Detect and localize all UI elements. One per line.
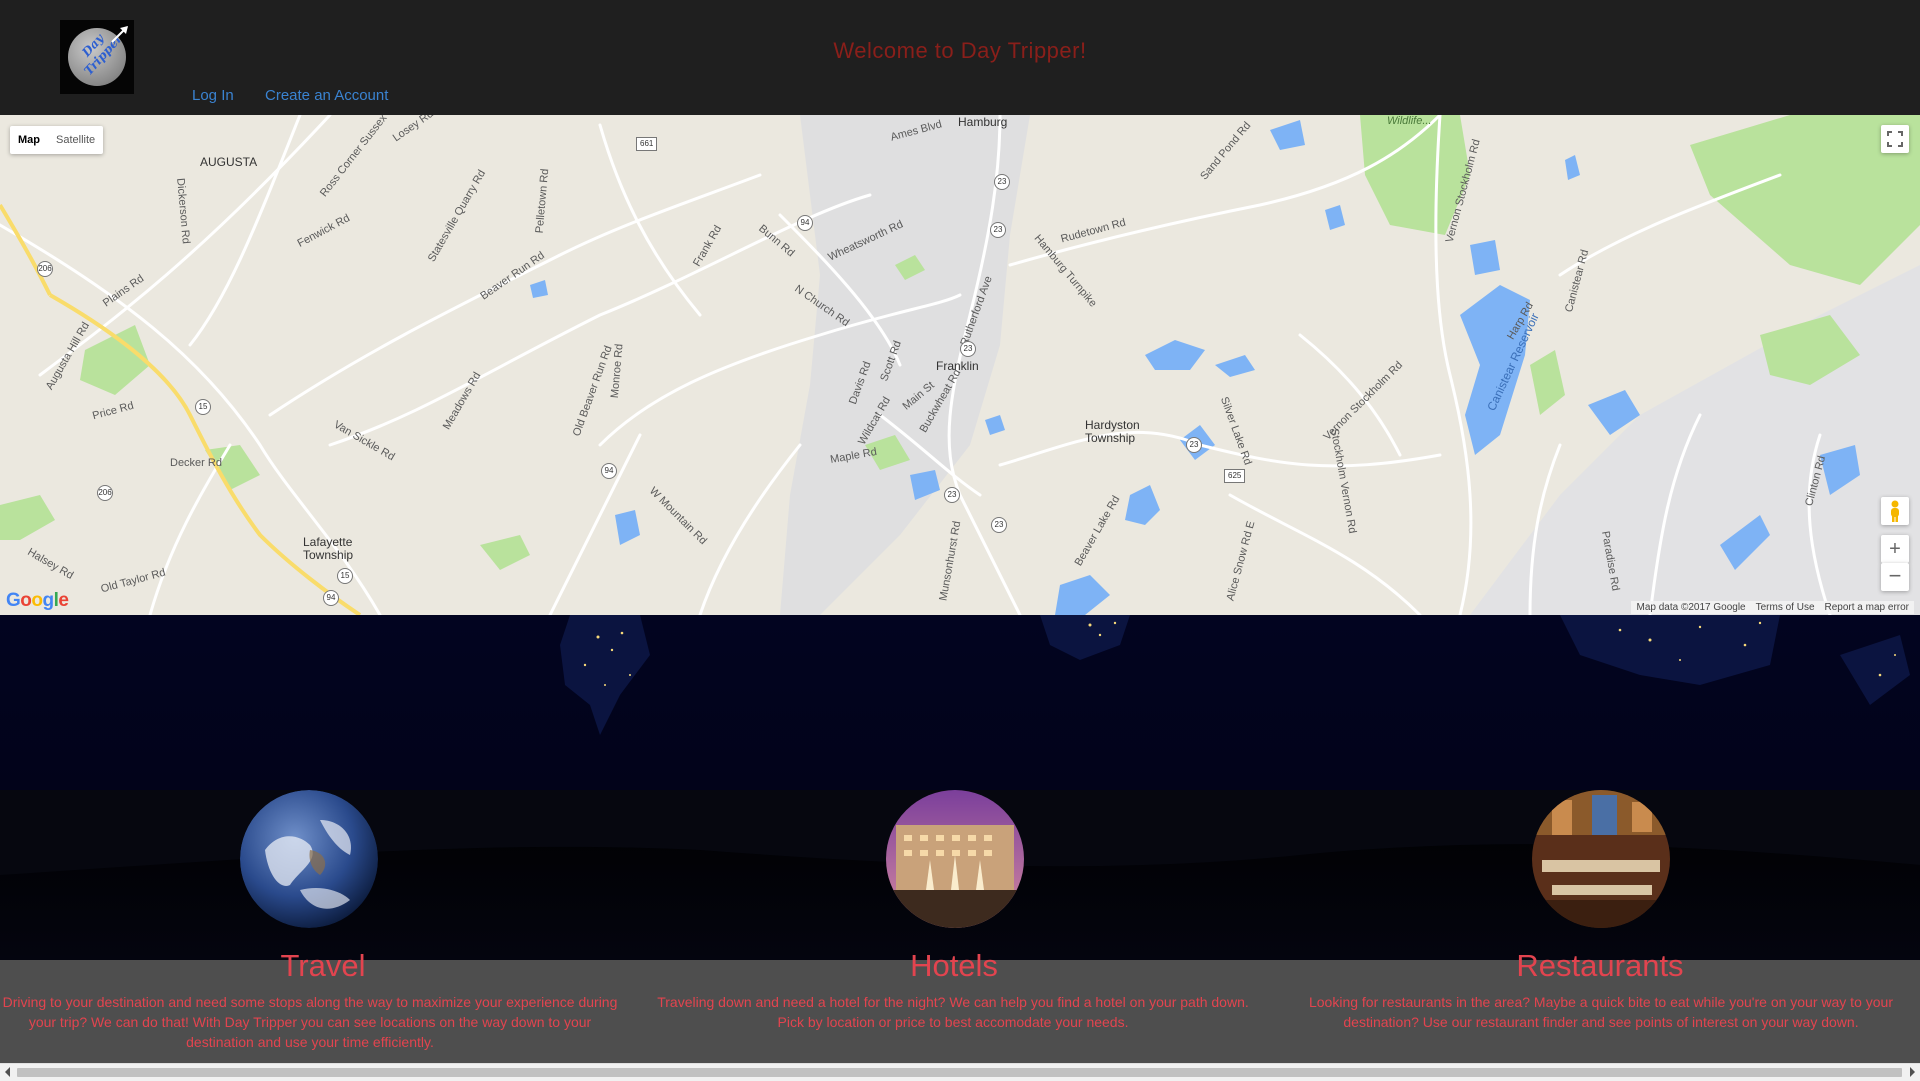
route-shield: 94 (797, 215, 813, 231)
map-attribution: Map data ©2017 Google Terms of Use Repor… (1631, 601, 1914, 614)
route-shield: 94 (601, 463, 617, 479)
google-logo[interactable]: Google (6, 590, 69, 612)
route-shield: 661 (636, 137, 658, 151)
pegman-icon (1891, 500, 1899, 522)
restaurants-image (1532, 790, 1670, 928)
map-type-control[interactable]: Map Satellite (10, 126, 104, 154)
google-logo-letter: G (6, 590, 21, 611)
route-shield: 206 (97, 485, 113, 501)
google-logo-letter: o (20, 590, 32, 611)
zoom-in-button[interactable]: + (1881, 535, 1909, 563)
feature-description: Driving to your destination and need som… (2, 994, 618, 1050)
route-shield: 625 (1224, 469, 1246, 483)
hotels-image (886, 790, 1024, 928)
page-title: Welcome to Day Tripper! (833, 38, 1087, 63)
zoom-out-button[interactable]: − (1881, 563, 1909, 591)
night-earth-banner (0, 615, 1920, 960)
features-section: Travel Driving to your destination and n… (0, 948, 1920, 1063)
route-shield: 94 (323, 590, 339, 606)
route-shield: 206 (37, 261, 53, 277)
town-label-hardyston: Hardyston (1085, 418, 1140, 432)
town-label-hamburg: Hamburg (958, 115, 1008, 129)
park-label-wildlife: Wildlife... (1387, 115, 1432, 127)
town-label-augusta: AUGUSTA (200, 155, 258, 169)
feature-description: Looking for restaurants in the area? May… (1308, 994, 1893, 1030)
restaurant-interior-icon (1532, 790, 1670, 928)
town-label-lafayette-township: Township (303, 548, 354, 562)
site-header: Day Tripper Welcome to Day Tripper! Log … (0, 0, 1920, 115)
google-map[interactable]: AUGUSTA Hamburg Franklin Hardyston Towns… (0, 115, 1920, 615)
scrollbar-thumb[interactable] (17, 1068, 1902, 1077)
feature-title: Travel (280, 948, 366, 983)
route-shield: 23 (960, 341, 976, 357)
travel-earth-image (240, 790, 378, 928)
hotel-fountain-icon (886, 790, 1024, 928)
fullscreen-button[interactable] (1881, 125, 1909, 153)
route-shield: 23 (991, 517, 1007, 533)
map-data-credit: Map data ©2017 Google (1631, 601, 1751, 614)
route-shield: 23 (944, 487, 960, 503)
earth-icon (240, 790, 378, 928)
route-shield: 15 (337, 568, 353, 584)
street-view-pegman[interactable] (1881, 497, 1909, 525)
map-type-map-button[interactable]: Map (10, 126, 48, 154)
feature-description: Traveling down and need a hotel for the … (657, 994, 1249, 1030)
fullscreen-icon (1887, 131, 1903, 147)
route-shield: 23 (994, 174, 1010, 190)
route-shield: 23 (1186, 437, 1202, 453)
road-label: Decker Rd (170, 457, 222, 469)
town-label-lafayette: Lafayette (303, 535, 353, 549)
route-shield: 23 (990, 222, 1006, 238)
login-link[interactable]: Log In (192, 87, 234, 104)
scroll-left-arrow-icon[interactable] (5, 1067, 10, 1077)
feature-title: Restaurants (1516, 948, 1684, 983)
feature-title: Hotels (910, 948, 998, 983)
google-logo-letter: o (31, 590, 43, 611)
scroll-right-arrow-icon[interactable] (1910, 1067, 1915, 1077)
google-logo-letter: e (58, 590, 69, 611)
route-shield: 15 (195, 399, 211, 415)
report-map-error-link[interactable]: Report a map error (1819, 601, 1914, 614)
terms-of-use-link[interactable]: Terms of Use (1750, 601, 1820, 614)
create-account-link[interactable]: Create an Account (265, 87, 388, 104)
town-label-hardyston-township: Township (1085, 431, 1136, 445)
horizontal-scrollbar[interactable] (0, 1063, 1920, 1081)
google-logo-letter: g (42, 590, 55, 611)
map-type-satellite-button[interactable]: Satellite (48, 126, 103, 154)
